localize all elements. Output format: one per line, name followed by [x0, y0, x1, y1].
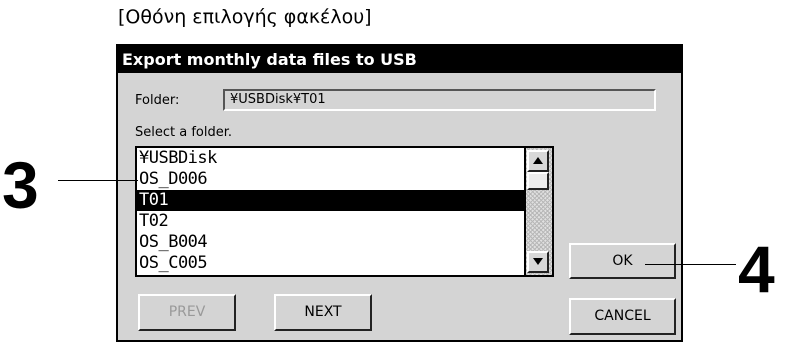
callout-number-4: 4 — [738, 232, 775, 306]
folder-list-items: ¥USBDisk OS_D006 T01 T02 OS_B004 OS_C005 — [137, 148, 525, 274]
folder-list-item[interactable]: T02 — [137, 211, 525, 232]
next-button[interactable]: NEXT — [274, 294, 372, 331]
scroll-thumb[interactable] — [527, 172, 549, 190]
folder-path-field: ¥USBDisk¥T01 — [223, 89, 656, 111]
dialog-title: Export monthly data files to USB — [118, 46, 681, 73]
folder-list-item[interactable]: T01 — [137, 190, 525, 211]
folder-list-item[interactable]: OS_B004 — [137, 232, 525, 253]
screen-caption: [Οθόνη επιλογής φακέλου] — [118, 6, 372, 28]
export-dialog: Export monthly data files to USB Folder:… — [116, 44, 683, 342]
list-scrollbar[interactable] — [524, 148, 552, 275]
scroll-up-button[interactable] — [527, 150, 549, 172]
callout-number-3: 3 — [2, 148, 39, 222]
scroll-down-button[interactable] — [527, 251, 549, 273]
callout-4-leader-line — [645, 264, 736, 265]
callout-3-leader-line — [58, 180, 138, 181]
cancel-button[interactable]: CANCEL — [569, 298, 676, 335]
arrow-up-icon — [533, 157, 543, 164]
arrow-down-icon — [533, 258, 543, 265]
folder-list-item[interactable]: OS_D006 — [137, 169, 525, 190]
folder-list-item[interactable]: ¥USBDisk — [137, 148, 525, 169]
folder-label: Folder: — [135, 93, 180, 108]
folder-list-item[interactable]: OS_C005 — [137, 253, 525, 274]
ok-button[interactable]: OK — [569, 243, 676, 279]
select-folder-label: Select a folder. — [135, 125, 233, 140]
prev-button[interactable]: PREV — [138, 294, 236, 331]
folder-listbox[interactable]: ¥USBDisk OS_D006 T01 T02 OS_B004 OS_C005 — [135, 146, 554, 277]
